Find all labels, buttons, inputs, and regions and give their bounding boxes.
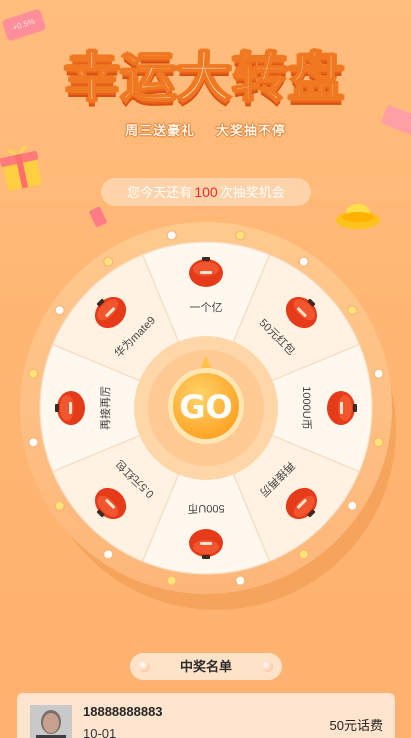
rim-light — [373, 368, 384, 379]
prize-label: 1000U币 — [300, 386, 313, 429]
winners-title: 中奖名单 — [179, 659, 232, 674]
rim-light — [28, 368, 39, 379]
subtitle-left: 周三送豪礼 — [125, 123, 196, 138]
gift-box-icon — [0, 145, 42, 191]
rim-light — [166, 230, 177, 241]
lottery-page: +0.5% 幸运大转盘 周三送豪礼 大奖抽不停 您今天还有 100 次抽奖机会 一个… — [0, 0, 411, 738]
ticket-decoration: +0.5% — [1, 8, 47, 42]
title-banner: 幸运大转盘 — [55, 33, 355, 113]
chance-prefix: 您今天还有 — [127, 185, 193, 200]
avatar — [30, 705, 72, 738]
rim-light — [298, 256, 309, 267]
rim-light — [235, 230, 246, 241]
prize-label: 一个亿 — [190, 301, 223, 314]
rim-light — [166, 575, 177, 586]
rim-light — [28, 437, 39, 448]
winners-right-dot — [262, 661, 273, 672]
winners-heading: 中奖名单 — [130, 653, 282, 680]
page-title: 幸运大转盘 — [64, 45, 345, 110]
winner-date: 10-01 — [83, 726, 117, 738]
chance-suffix: 次抽奖机会 — [219, 185, 285, 200]
go-button[interactable]: GO — [161, 356, 251, 446]
subtitle-right: 大奖抽不停 — [215, 123, 286, 138]
prize-label: 再接再厉 — [99, 386, 112, 430]
rim-light — [103, 549, 114, 560]
winner-prize: 50元话费 — [329, 718, 383, 733]
prize-label: 500U币 — [187, 502, 224, 515]
rim-light — [54, 305, 65, 316]
rim-light — [235, 575, 246, 586]
subtitle: 周三送豪礼 大奖抽不停 — [0, 120, 411, 139]
winner-row: 18888888883 10-01 50元话费 — [17, 693, 395, 738]
rim-light — [347, 305, 358, 316]
rim-light — [347, 500, 358, 511]
rim-light — [298, 549, 309, 560]
rim-light — [54, 500, 65, 511]
chance-count: 100 — [194, 184, 218, 200]
winners-left-dot — [139, 661, 150, 672]
winner-phone: 18888888883 — [83, 704, 163, 719]
go-label: GO — [179, 388, 232, 426]
rim-light — [103, 256, 114, 267]
chance-counter: 您今天还有 100 次抽奖机会 — [101, 178, 311, 206]
rim-light — [373, 437, 384, 448]
